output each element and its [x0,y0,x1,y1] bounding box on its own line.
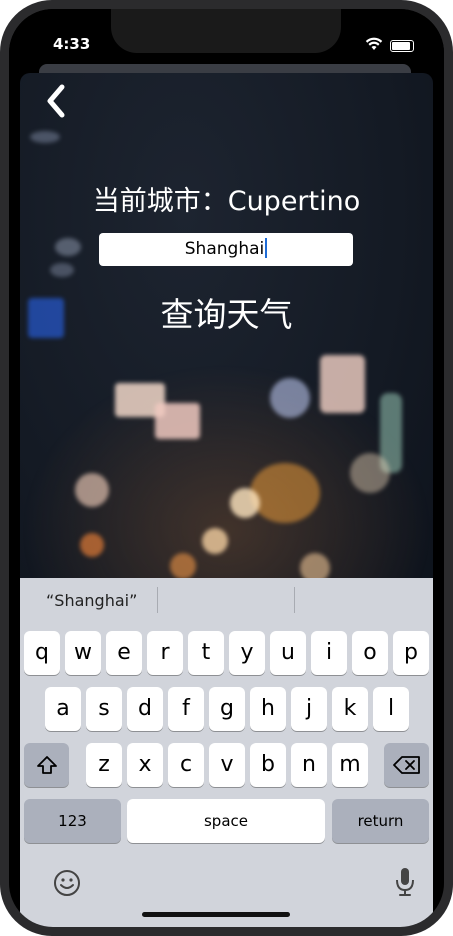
bokeh-light [230,488,260,518]
suggestion-divider [294,587,295,613]
key-z[interactable]: z [86,743,122,787]
bokeh-light [80,533,104,557]
bokeh-light [75,473,109,507]
key-o[interactable]: o [352,631,388,675]
query-weather-button[interactable]: 查询天气 [20,288,433,336]
bokeh-light [202,528,228,554]
wifi-icon [365,37,383,50]
city-input-value: Shanghai [184,239,265,259]
battery-icon [390,40,414,52]
bokeh-light [350,453,390,493]
keyboard: “Shanghai” q w e r t y u i o p a s d f g… [20,578,433,927]
suggestion-bar: “Shanghai” [20,578,433,622]
key-v[interactable]: v [209,743,245,787]
key-a[interactable]: a [45,687,81,731]
bokeh-light [270,378,310,418]
weather-screen: 当前城市：Cupertino Shanghai 查询天气 [20,73,433,633]
key-x[interactable]: x [127,743,163,787]
key-u[interactable]: u [270,631,306,675]
key-m[interactable]: m [332,743,368,787]
key-y[interactable]: y [229,631,265,675]
emoji-icon[interactable] [52,868,82,898]
key-n[interactable]: n [291,743,327,787]
key-q[interactable]: q [24,631,60,675]
bokeh-light [250,463,320,523]
city-input[interactable]: Shanghai [99,233,353,266]
shift-key[interactable] [24,743,69,787]
home-indicator[interactable] [142,912,290,917]
back-chevron-icon[interactable] [42,83,72,119]
notch [111,9,341,53]
numbers-key[interactable]: 123 [24,799,121,843]
delete-key[interactable] [384,743,429,787]
key-d[interactable]: d [127,687,163,731]
key-j[interactable]: j [291,687,327,731]
screen: 4:33 当前城市：Cupertino Shanghai 查询天气 “Shang… [9,9,444,927]
key-f[interactable]: f [168,687,204,731]
bokeh-light [50,263,74,277]
bokeh-light [55,238,81,256]
text-cursor [265,238,268,258]
key-t[interactable]: t [188,631,224,675]
key-w[interactable]: w [65,631,101,675]
key-l[interactable]: l [373,687,409,731]
bokeh-light [170,553,196,579]
key-h[interactable]: h [250,687,286,731]
space-key[interactable]: space [127,799,325,843]
key-g[interactable]: g [209,687,245,731]
return-key[interactable]: return [332,799,429,843]
bokeh-light [320,355,365,413]
suggestion-item[interactable]: “Shanghai” [46,591,137,610]
shift-arrow-icon [36,756,57,774]
status-bar: 4:33 [9,9,444,67]
key-k[interactable]: k [332,687,368,731]
key-s[interactable]: s [86,687,122,731]
microphone-icon[interactable] [393,866,417,898]
backspace-icon [392,756,420,774]
key-e[interactable]: e [106,631,142,675]
bokeh-light [155,403,200,439]
key-r[interactable]: r [147,631,183,675]
key-p[interactable]: p [393,631,429,675]
key-c[interactable]: c [168,743,204,787]
suggestion-divider [157,587,158,613]
phone-frame: 4:33 当前城市：Cupertino Shanghai 查询天气 “Shang… [0,0,453,936]
status-time: 4:33 [53,35,91,53]
current-city-label: 当前城市：Cupertino [92,186,361,217]
key-b[interactable]: b [250,743,286,787]
key-i[interactable]: i [311,631,347,675]
bokeh-light [30,131,60,143]
